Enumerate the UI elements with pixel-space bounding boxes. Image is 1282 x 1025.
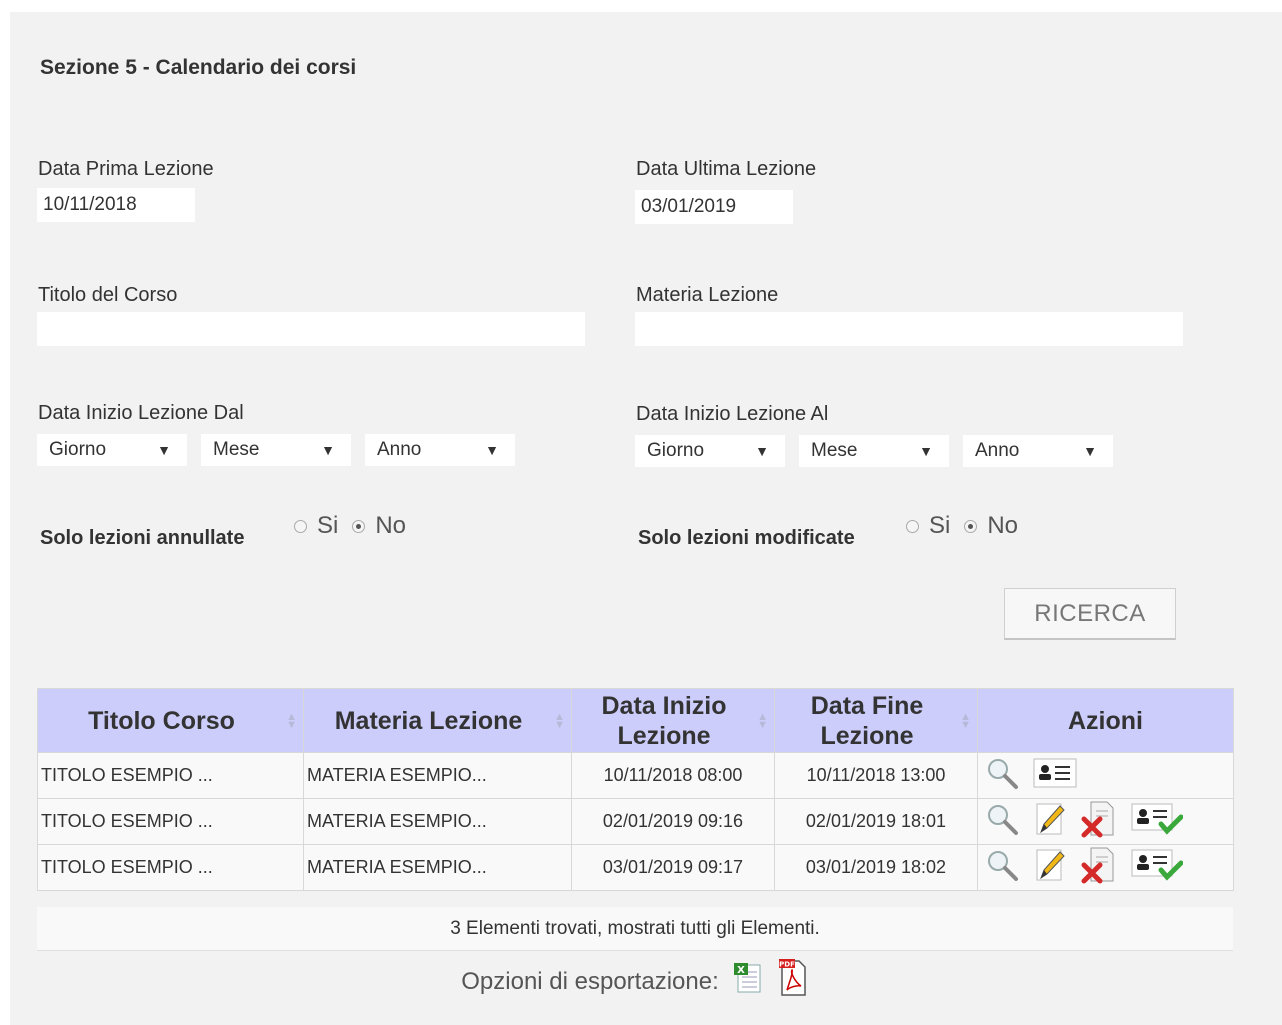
dal-mese-value: Mese (213, 439, 260, 460)
results-table: Titolo Corso ▲ ▼ Materia Lezione ▲ ▼ Data In… (37, 688, 1234, 891)
header-materia-lezione[interactable]: Materia Lezione ▲ ▼ (303, 688, 572, 753)
inizio-al-label: Data Inizio Lezione Al (636, 403, 829, 425)
sort-icon: ▲ ▼ (960, 710, 971, 731)
modificate-no-radio[interactable] (964, 519, 978, 533)
table-header-row: Titolo Corso ▲ ▼ Materia Lezione ▲ ▼ Data In… (37, 688, 1234, 753)
pdf-icon[interactable]: PDF (777, 958, 809, 1005)
delete-document-icon[interactable] (1081, 800, 1117, 844)
inizio-dal-label: Data Inizio Lezione Dal (38, 402, 244, 424)
sort-icon: ▲ ▼ (286, 710, 297, 731)
cell-azioni (977, 844, 1234, 891)
modificate-si-radio[interactable] (906, 519, 919, 533)
delete-document-icon[interactable] (1081, 846, 1117, 890)
export-label: Opzioni di esportazione: (461, 967, 719, 995)
annullate-label: Solo lezioni annullate (40, 527, 245, 549)
cell-titolo-corso: TITOLO ESEMPIO ... (37, 798, 304, 845)
annullate-si-radio[interactable] (294, 519, 307, 533)
dropdown-arrow-icon: ▼ (1083, 443, 1097, 459)
al-mese-value: Mese (811, 440, 858, 461)
titolo-corso-label: Titolo del Corso (38, 284, 178, 306)
dal-anno-select[interactable]: Anno ▼ (365, 434, 515, 466)
pencil-icon[interactable] (1033, 846, 1067, 889)
modificate-no-label: No (987, 512, 1019, 539)
header-data-fine[interactable]: Data Fine Lezione ▲ ▼ (774, 688, 978, 753)
dropdown-arrow-icon: ▼ (321, 442, 335, 458)
cell-data-fine: 10/11/2018 13:00 (774, 752, 978, 799)
modificate-label: Solo lezioni modificate (638, 527, 855, 549)
data-prima-input[interactable] (37, 188, 195, 222)
table-row: TITOLO ESEMPIO ... MATERIA ESEMPIO... 10/1… (37, 752, 1234, 799)
annullate-no-radio[interactable] (352, 519, 366, 533)
al-giorno-value: Giorno (647, 440, 705, 461)
cell-data-inizio: 02/01/2019 09:16 (571, 798, 775, 845)
data-prima-label: Data Prima Lezione (38, 158, 214, 180)
cell-titolo-corso: TITOLO ESEMPIO ... (37, 752, 304, 799)
svg-text:X: X (737, 965, 745, 976)
cell-data-inizio: 10/11/2018 08:00 (571, 752, 775, 799)
modificate-radio-group: Si No (906, 510, 1032, 542)
annullate-si-label: Si (317, 512, 339, 539)
dropdown-arrow-icon: ▼ (157, 442, 171, 458)
cell-titolo-corso: TITOLO ESEMPIO ... (37, 844, 304, 891)
header-data-fine-label: Data Fine Lezione (810, 691, 924, 750)
header-azioni-label: Azioni (1068, 706, 1143, 735)
sort-icon: ▲ ▼ (554, 710, 565, 731)
al-giorno-select[interactable]: Giorno ▼ (635, 435, 785, 467)
magnifier-icon[interactable] (985, 848, 1019, 887)
pencil-icon[interactable] (1033, 800, 1067, 843)
dal-giorno-select[interactable]: Giorno ▼ (37, 434, 187, 466)
excel-icon[interactable]: X (733, 962, 763, 1001)
table-row: TITOLO ESEMPIO ... MATERIA ESEMPIO... 03/0… (37, 844, 1234, 891)
cell-data-fine: 03/01/2019 18:02 (774, 844, 978, 891)
header-data-inizio-label: Data Inizio Lezione (601, 691, 727, 750)
materia-lezione-label: Materia Lezione (636, 284, 779, 306)
header-titolo-corso[interactable]: Titolo Corso ▲ ▼ (37, 688, 304, 753)
magnifier-icon[interactable] (985, 802, 1019, 841)
al-anno-value: Anno (975, 440, 1020, 461)
header-azioni: Azioni (977, 688, 1234, 753)
dal-giorno-value: Giorno (49, 439, 107, 460)
magnifier-icon[interactable] (985, 756, 1019, 795)
cell-data-fine: 02/01/2019 18:01 (774, 798, 978, 845)
cell-azioni (977, 798, 1234, 845)
table-row: TITOLO ESEMPIO ... MATERIA ESEMPIO... 02/0… (37, 798, 1234, 845)
results-summary: 3 Elementi trovati, mostrati tutti gli E… (37, 907, 1233, 951)
dropdown-arrow-icon: ▼ (485, 442, 499, 458)
annullate-radio-group: Si No (294, 510, 420, 542)
al-anno-select[interactable]: Anno ▼ (963, 435, 1113, 467)
contact-check-icon[interactable] (1131, 802, 1184, 841)
cell-materia-lezione: MATERIA ESEMPIO... (303, 844, 572, 891)
ricerca-button[interactable]: RICERCA (1004, 588, 1176, 640)
cell-azioni (977, 752, 1234, 799)
section-title: Sezione 5 - Calendario dei corsi (40, 56, 357, 79)
cell-data-inizio: 03/01/2019 09:17 (571, 844, 775, 891)
annullate-no-label: No (375, 512, 407, 539)
sort-icon: ▲ ▼ (757, 710, 768, 731)
contact-check-icon[interactable] (1131, 848, 1184, 887)
dropdown-arrow-icon: ▼ (919, 443, 933, 459)
al-mese-select[interactable]: Mese ▼ (799, 435, 949, 467)
contact-card-icon[interactable] (1033, 757, 1077, 794)
header-data-inizio[interactable]: Data Inizio Lezione ▲ ▼ (571, 688, 775, 753)
dal-anno-value: Anno (377, 439, 422, 460)
cell-materia-lezione: MATERIA ESEMPIO... (303, 798, 572, 845)
data-ultima-label: Data Ultima Lezione (636, 158, 817, 180)
modificate-si-label: Si (929, 512, 951, 539)
header-titolo-corso-label: Titolo Corso (88, 706, 235, 735)
dal-mese-select[interactable]: Mese ▼ (201, 434, 351, 466)
dropdown-arrow-icon: ▼ (755, 443, 769, 459)
header-materia-lezione-label: Materia Lezione (334, 706, 523, 735)
titolo-corso-input[interactable] (37, 312, 585, 346)
export-options: Opzioni di esportazione: X PDF (37, 950, 1233, 1013)
data-ultima-input[interactable] (635, 190, 793, 224)
materia-lezione-input[interactable] (635, 312, 1183, 346)
svg-text:PDF: PDF (779, 961, 795, 969)
cell-materia-lezione: MATERIA ESEMPIO... (303, 752, 572, 799)
